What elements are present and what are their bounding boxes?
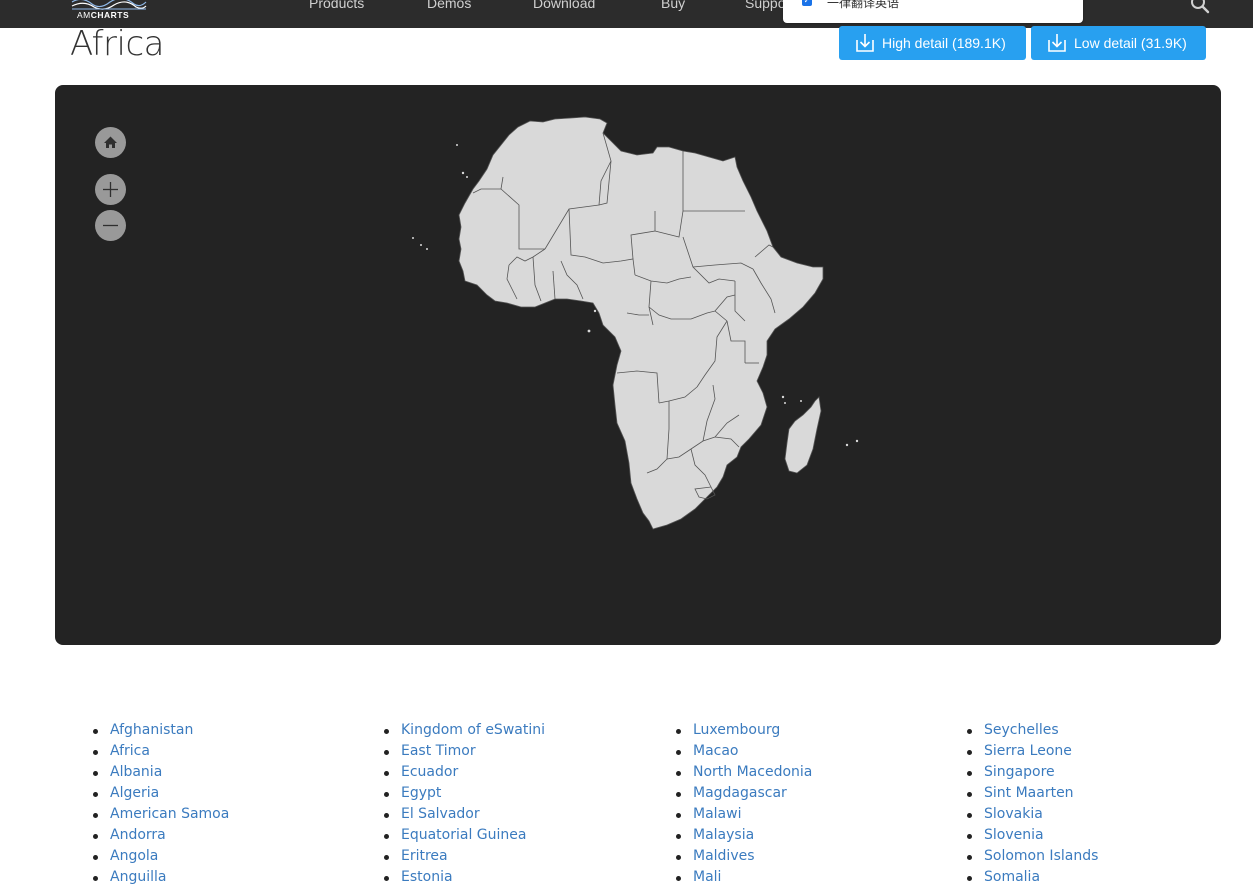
logo-wordmark: AMCHARTS [77, 10, 130, 20]
list-item[interactable]: Angola [92, 846, 229, 867]
country-list-col-1: Afghanistan Africa Albania Algeria Ameri… [92, 720, 229, 888]
list-item[interactable]: Slovakia [966, 804, 1098, 825]
list-item[interactable]: Algeria [92, 783, 229, 804]
country-list-col-3: Luxembourg Macao North Macedonia Magdaga… [675, 720, 812, 888]
country-list-col-2: Kingdom of eSwatini East Timor Ecuador E… [384, 720, 545, 888]
zoom-out-button[interactable] [95, 210, 126, 241]
list-item[interactable]: Solomon Islands [966, 846, 1098, 867]
list-item[interactable]: Afghanistan [92, 720, 229, 741]
list-item[interactable]: Magdagascar [675, 783, 812, 804]
download-low-detail-button[interactable]: Low detail (31.9K) [1031, 26, 1206, 60]
search-icon[interactable] [1189, 0, 1211, 18]
africa-map[interactable] [55, 85, 1221, 645]
list-item[interactable]: Kingdom of eSwatini [384, 720, 545, 741]
list-item[interactable]: Sint Maarten [966, 783, 1098, 804]
list-item[interactable]: Maldives [675, 846, 812, 867]
download-icon [1048, 34, 1066, 52]
list-item[interactable]: Singapore [966, 762, 1098, 783]
home-icon [104, 136, 117, 148]
list-item[interactable]: Africa [92, 741, 229, 762]
page-title: Africa [70, 24, 164, 64]
list-item[interactable]: Slovenia [966, 825, 1098, 846]
list-item[interactable]: El Salvador [384, 804, 545, 825]
africa-landmass[interactable] [458, 116, 824, 530]
list-item[interactable]: Luxembourg [675, 720, 812, 741]
list-item[interactable]: Seychelles [966, 720, 1098, 741]
country-list-col-4: Seychelles Sierra Leone Singapore Sint M… [966, 720, 1098, 888]
list-item[interactable]: Equatorial Guinea [384, 825, 545, 846]
nav-demos[interactable]: Demos [427, 0, 471, 11]
translate-option-label[interactable]: 一律翻译英语 [827, 0, 899, 11]
list-item[interactable]: Anguilla [92, 867, 229, 888]
translate-popup: ✓ 一律翻译英语 [783, 0, 1083, 23]
list-item[interactable]: Ecuador [384, 762, 545, 783]
home-button[interactable] [95, 127, 126, 158]
zoom-in-icon [103, 182, 118, 197]
download-icon [856, 34, 874, 52]
checkbox-checked-icon[interactable]: ✓ [802, 0, 812, 6]
nav-support[interactable]: Suppo [745, 0, 785, 11]
zoom-out-icon [103, 224, 118, 227]
list-item[interactable]: Somalia [966, 867, 1098, 888]
nav-products[interactable]: Products [309, 0, 364, 11]
nav-buy[interactable]: Buy [661, 0, 685, 11]
list-item[interactable]: Macao [675, 741, 812, 762]
list-item[interactable]: East Timor [384, 741, 545, 762]
nav-download[interactable]: Download [533, 0, 595, 11]
list-item[interactable]: Estonia [384, 867, 545, 888]
list-item[interactable]: Albania [92, 762, 229, 783]
list-item[interactable]: American Samoa [92, 804, 229, 825]
list-item[interactable]: Malaysia [675, 825, 812, 846]
download-low-label: Low detail (31.9K) [1074, 35, 1187, 51]
list-item[interactable]: Andorra [92, 825, 229, 846]
download-high-detail-button[interactable]: High detail (189.1K) [839, 26, 1026, 60]
madagascar-landmass[interactable] [784, 396, 822, 474]
list-item[interactable]: Malawi [675, 804, 812, 825]
list-item[interactable]: Egypt [384, 783, 545, 804]
list-item[interactable]: Sierra Leone [966, 741, 1098, 762]
list-item[interactable]: Eritrea [384, 846, 545, 867]
list-item[interactable]: North Macedonia [675, 762, 812, 783]
zoom-in-button[interactable] [95, 174, 126, 205]
map-panel[interactable] [55, 85, 1221, 645]
list-item[interactable]: Mali [675, 867, 812, 888]
download-high-label: High detail (189.1K) [882, 35, 1006, 51]
